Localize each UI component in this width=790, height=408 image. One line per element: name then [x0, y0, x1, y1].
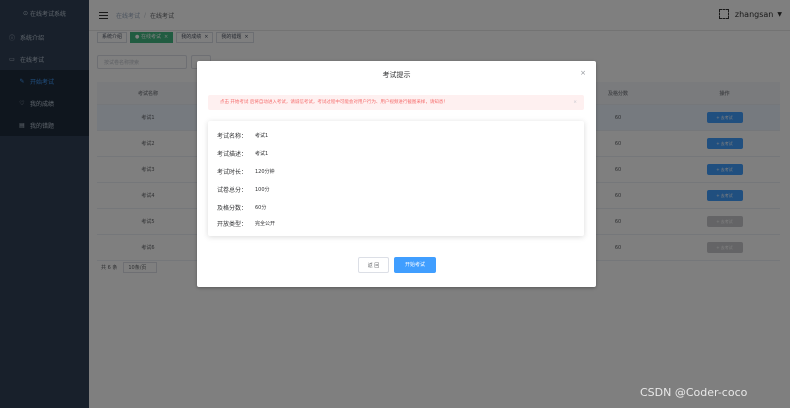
info-label: 考试描述： — [217, 151, 248, 158]
close-icon[interactable]: × — [580, 69, 586, 77]
info-label: 试卷总分： — [217, 187, 248, 194]
dialog-title: 考试提示 — [382, 71, 411, 79]
info-value: 120分钟 — [255, 169, 275, 175]
close-icon[interactable]: × — [573, 95, 577, 110]
info-value: 100分 — [255, 187, 270, 193]
info-label: 及格分数： — [217, 205, 248, 212]
info-label: 考试时长： — [217, 169, 248, 176]
info-row: 考试时长： 120分钟 — [217, 167, 275, 176]
info-value: 完全公开 — [255, 221, 276, 227]
start-exam-button[interactable]: 开始考试 — [394, 257, 436, 273]
back-button[interactable]: 返 回 — [358, 257, 389, 273]
exam-info-card: 考试名称： 考试1 考试描述： 考试1 考试时长： 120分钟 试卷总分： 10… — [208, 121, 584, 236]
info-value: 考试1 — [255, 133, 269, 139]
info-value: 60分 — [255, 205, 267, 211]
exam-tip-dialog: 考试提示 × 点击 开始考试 后将自动进入考试，请诚信考试，考试过程中可能会对用… — [197, 61, 596, 287]
info-row: 试卷总分： 100分 — [217, 185, 270, 194]
info-row: 考试名称： 考试1 — [217, 131, 268, 140]
info-row: 开放类型： 完全公开 — [217, 219, 275, 228]
alert-text: 点击 开始考试 后将自动进入考试，请诚信考试，考试过程中可能会对用户行为、用户视… — [220, 100, 448, 105]
info-label: 开放类型： — [217, 221, 248, 228]
warning-alert: 点击 开始考试 后将自动进入考试，请诚信考试，考试过程中可能会对用户行为、用户视… — [208, 95, 584, 110]
info-label: 考试名称： — [217, 133, 248, 140]
info-value: 考试1 — [255, 151, 269, 157]
info-row: 考试描述： 考试1 — [217, 149, 268, 158]
watermark: CSDN @Coder-coco — [640, 386, 748, 399]
info-row: 及格分数： 60分 — [217, 203, 266, 212]
